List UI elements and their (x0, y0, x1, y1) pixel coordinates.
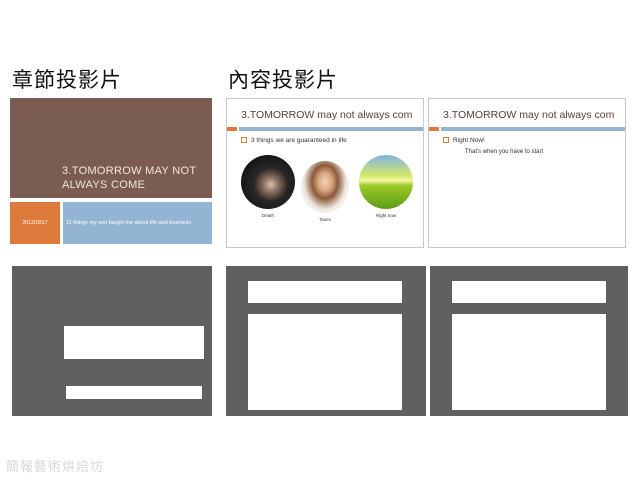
picture-caption: Taxes (319, 217, 331, 222)
grieving-person-photo-icon (241, 155, 295, 209)
section-slide-date: 2013/10/17 (10, 202, 60, 244)
sub-bullet-item: That's when you have to start (465, 149, 544, 155)
content-placeholder (248, 314, 402, 410)
content-slide-title: 3.TOMORROW may not always com (241, 109, 413, 121)
bullet-item: Right Now! (443, 137, 485, 144)
section-slide-label: 章節投影片 (12, 68, 122, 92)
section-layout-thumbnail[interactable] (12, 266, 212, 416)
title-placeholder (248, 281, 402, 303)
content-placeholder (452, 314, 606, 410)
title-accent-blue (239, 127, 423, 131)
content-slide-label: 內容投影片 (228, 68, 338, 92)
title-placeholder (64, 326, 204, 359)
content-layout-thumbnail-2[interactable] (430, 266, 628, 416)
watermark-text: 簡報藝術烘焙坊 (6, 460, 105, 475)
section-slide-subtitle: 11 things my son taught me about life an… (63, 202, 212, 244)
subtitle-placeholder (66, 386, 202, 399)
title-accent-orange (429, 127, 439, 131)
picture-caption: Right now (375, 213, 396, 218)
content-layout-thumbnail-1[interactable] (226, 266, 426, 416)
title-accent-orange (227, 127, 237, 131)
section-slide-title: 3.TOMORROW MAY NOT ALWAYS COME (62, 165, 197, 191)
title-placeholder (452, 281, 606, 303)
title-accent-blue (441, 127, 625, 131)
stressed-woman-photo-icon (301, 161, 349, 213)
sunrise-field-photo-icon (359, 155, 413, 209)
content-slide-title: 3.TOMORROW may not always com (443, 109, 615, 121)
section-slide-thumbnail[interactable]: 3.TOMORROW MAY NOT ALWAYS COME 2013/10/1… (10, 98, 212, 248)
content-slide-thumbnail-1[interactable]: 3.TOMORROW may not always com 3 things w… (226, 98, 424, 248)
bullet-square-icon (241, 137, 247, 144)
content-slide-thumbnail-2[interactable]: 3.TOMORROW may not always com Right Now!… (428, 98, 626, 248)
bullet-item: 3 things we are guaranteed in life (241, 137, 347, 144)
bullet-square-icon (443, 137, 449, 144)
picture-caption: Death (261, 213, 274, 218)
